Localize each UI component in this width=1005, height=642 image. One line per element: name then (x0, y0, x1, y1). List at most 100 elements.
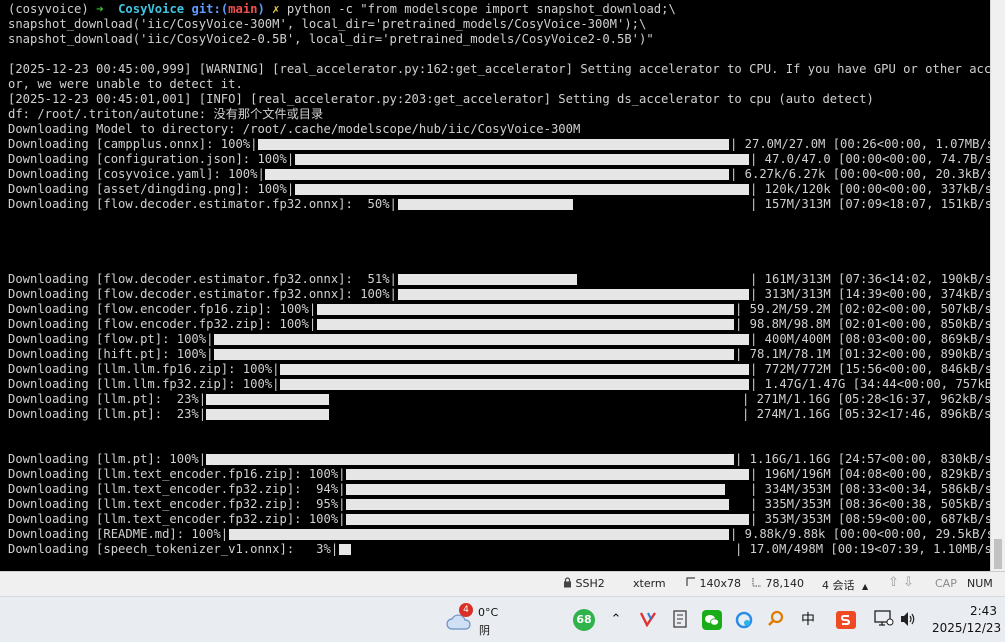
progress-bar-fill (294, 184, 749, 195)
download-label: Downloading [llm.llm.fp32.zip]: 100%| (8, 377, 280, 391)
download-label: Downloading [flow.decoder.estimator.fp32… (8, 287, 397, 301)
log-line: [2025-12-23 00:45:01,001] [INFO] [real_a… (8, 92, 874, 106)
download-label: Downloading [campplus.onnx]: 100%| (8, 137, 258, 151)
weather-desc: 阴 (479, 624, 490, 637)
weather-badge: 4 (459, 603, 473, 617)
progress-bar-fill (346, 469, 749, 480)
prompt-arrow: ➜ (96, 2, 104, 16)
download-progress-row: Downloading [llm.llm.fp16.zip]: 100%| | 7… (0, 362, 990, 377)
progress-bar-fill (346, 499, 729, 510)
download-label: Downloading [flow.pt]: 100%| (8, 332, 214, 346)
progress-bar-fill (316, 304, 734, 315)
progress-bar-fill (265, 169, 729, 180)
progress-bar-fill (346, 484, 725, 495)
download-stats: | 335M/353M [08:36<00:38, 505kB/s] (750, 497, 990, 511)
clock-date[interactable]: 2025/12/23 (932, 621, 1001, 635)
download-label: Downloading [speech_tokenizer_v1.onnx]: … (8, 542, 339, 556)
scroll-up-icon[interactable]: ⇧ (888, 575, 899, 590)
download-progress-row: Downloading [flow.encoder.fp16.zip]: 100… (0, 302, 990, 317)
caps-lock-indicator: CAP (935, 577, 957, 590)
lock-icon (564, 577, 571, 588)
prompt-git-close: ) (257, 2, 265, 16)
download-progress-row: Downloading [flow.decoder.estimator.fp32… (0, 197, 990, 212)
terminal-scrollbar[interactable] (990, 0, 1005, 571)
progress-bar-fill (279, 364, 749, 375)
download-progress-row: Downloading [flow.pt]: 100%| | 400M/400M … (0, 332, 990, 347)
progress-bar-fill (213, 334, 749, 345)
download-stats: | 161M/313M [07:36<14:02, 190kB/s] (750, 272, 990, 286)
download-progress-row: Downloading [flow.decoder.estimator.fp32… (0, 272, 990, 287)
download-stats: | 1.16G/1.16G [24:57<00:00, 830kB/s] (735, 452, 990, 466)
download-stats: | 78.1M/78.1M [01:32<00:00, 890kB/s] (735, 347, 990, 361)
download-progress-row: Downloading [llm.pt]: 23%| | 271M/1.16G [… (0, 392, 990, 407)
command-continuation: snapshot_download('iic/CosyVoice-300M', … (8, 17, 647, 31)
download-progress-row: Downloading [campplus.onnx]: 100%| | 27.0… (0, 137, 990, 152)
clock-time[interactable]: 2:43 (970, 604, 997, 618)
download-stats: | 196M/196M [04:08<00:00, 829kB/s] (750, 467, 990, 481)
download-label: Downloading [hift.pt]: 100%| (8, 347, 214, 361)
weather-widget[interactable]: 4 0°C 阴 (446, 603, 506, 637)
ime-indicator[interactable]: 中 (798, 610, 818, 630)
download-stats: | 400M/400M [08:03<00:00, 869kB/s] (750, 332, 990, 346)
download-stats: | 98.8M/98.8M [02:01<00:00, 850kB/s] (735, 317, 990, 331)
download-stats: | 17.0M/498M [00:19<07:39, 1.10MB/s] (735, 542, 990, 556)
ssh-status: SSH2 (563, 577, 605, 590)
download-label: Downloading [README.md]: 100%| (8, 527, 229, 541)
display-icon[interactable] (874, 610, 894, 630)
download-progress-row: Downloading [hift.pt]: 100%| | 78.1M/78.1… (0, 347, 990, 362)
download-stats: | 353M/353M [08:59<00:00, 687kB/s] (750, 512, 990, 526)
download-stats: | 47.0/47.0 [00:00<00:00, 74.7B/s] (750, 152, 990, 166)
download-progress-row: Downloading [llm.text_encoder.fp16.zip]:… (0, 467, 990, 482)
log-line: Downloading Model to directory: /root/.c… (8, 122, 581, 136)
progress-bar-fill (316, 319, 734, 330)
progress-bar-fill (397, 289, 749, 300)
terminal-size: 140x78 (686, 577, 741, 590)
status-bar: SSH2 xterm 140x78 78,140 4 会话 ▲ ⇧ ⇩ CAP … (0, 571, 1005, 596)
download-progress-row: Downloading [llm.text_encoder.fp32.zip]:… (0, 512, 990, 527)
terminal-output[interactable]: (cosyvoice) ➜ CosyVoice git:(main) ✗ pyt… (0, 0, 990, 571)
download-label: Downloading [flow.encoder.fp32.zip]: 100… (8, 317, 317, 331)
sogou-icon[interactable] (836, 610, 856, 630)
log-line: df: /root/.triton/autotune: 没有那个文件或目录 (8, 107, 324, 121)
wechat-icon[interactable] (702, 610, 722, 630)
progress-bar-fill (346, 514, 749, 525)
prompt-command: python -c "from modelscope import snapsh… (286, 2, 676, 16)
search-icon[interactable] (766, 610, 786, 630)
progress-bar-fill (279, 379, 749, 390)
progress-bar-fill (228, 529, 729, 540)
download-label: Downloading [llm.text_encoder.fp32.zip]:… (8, 497, 346, 511)
download-progress-row: Downloading [llm.pt]: 100%| | 1.16G/1.16G… (0, 452, 990, 467)
download-stats: | 334M/353M [08:33<00:34, 586kB/s] (750, 482, 990, 496)
download-progress-row: Downloading [llm.text_encoder.fp32.zip]:… (0, 497, 990, 512)
progress-bar-fill (206, 409, 330, 420)
download-stats: | 6.27k/6.27k [00:00<00:00, 20.3kB/s] (730, 167, 990, 181)
vs-code-tray-icon[interactable] (638, 610, 658, 630)
command-continuation: snapshot_download('iic/CosyVoice2-0.5B',… (8, 32, 654, 46)
scrollbar-thumb[interactable] (994, 539, 1002, 569)
document-icon[interactable] (670, 610, 690, 630)
download-stats: | 9.88k/9.88k [00:00<00:00, 29.5kB/s] (730, 527, 990, 541)
progress-bar-fill (338, 544, 351, 555)
sessions-menu[interactable]: 4 会话 ▲ (822, 577, 868, 593)
download-label: Downloading [llm.pt]: 100%| (8, 452, 207, 466)
download-stats: | 274M/1.16G [05:32<17:46, 896kB/s] (742, 407, 990, 421)
download-label: Downloading [configuration.json]: 100%| (8, 152, 295, 166)
progress-bar-fill (294, 154, 749, 165)
speaker-icon[interactable] (898, 610, 918, 630)
chevron-up-icon[interactable]: ⌃ (606, 610, 626, 630)
progress-bar-fill (206, 454, 734, 465)
download-label: Downloading [llm.text_encoder.fp32.zip]:… (8, 512, 346, 526)
scroll-down-icon[interactable]: ⇩ (903, 575, 914, 590)
download-stats: | 27.0M/27.0M [00:26<00:00, 1.07MB/s] (730, 137, 990, 151)
download-stats: | 120k/120k [00:00<00:00, 337kB/s] (750, 182, 990, 196)
tray-counter-badge[interactable]: 68 (573, 609, 595, 631)
download-progress-row: Downloading [speech_tokenizer_v1.onnx]: … (0, 542, 990, 557)
windows-taskbar: 4 0°C 阴 68 ⌃ 中 2:43 2025/12/23 (0, 596, 1005, 642)
download-label: Downloading [flow.decoder.estimator.fp32… (8, 272, 397, 286)
caret-up-icon: ▲ (862, 582, 869, 591)
sync-icon[interactable] (734, 610, 754, 630)
download-progress-row: Downloading [README.md]: 100%| | 9.88k/9.… (0, 527, 990, 542)
download-progress-row: Downloading [cosyvoice.yaml]: 100%| | 6.2… (0, 167, 990, 182)
download-stats: | 313M/313M [14:39<00:00, 374kB/s] (750, 287, 990, 301)
resize-icon (686, 577, 695, 586)
